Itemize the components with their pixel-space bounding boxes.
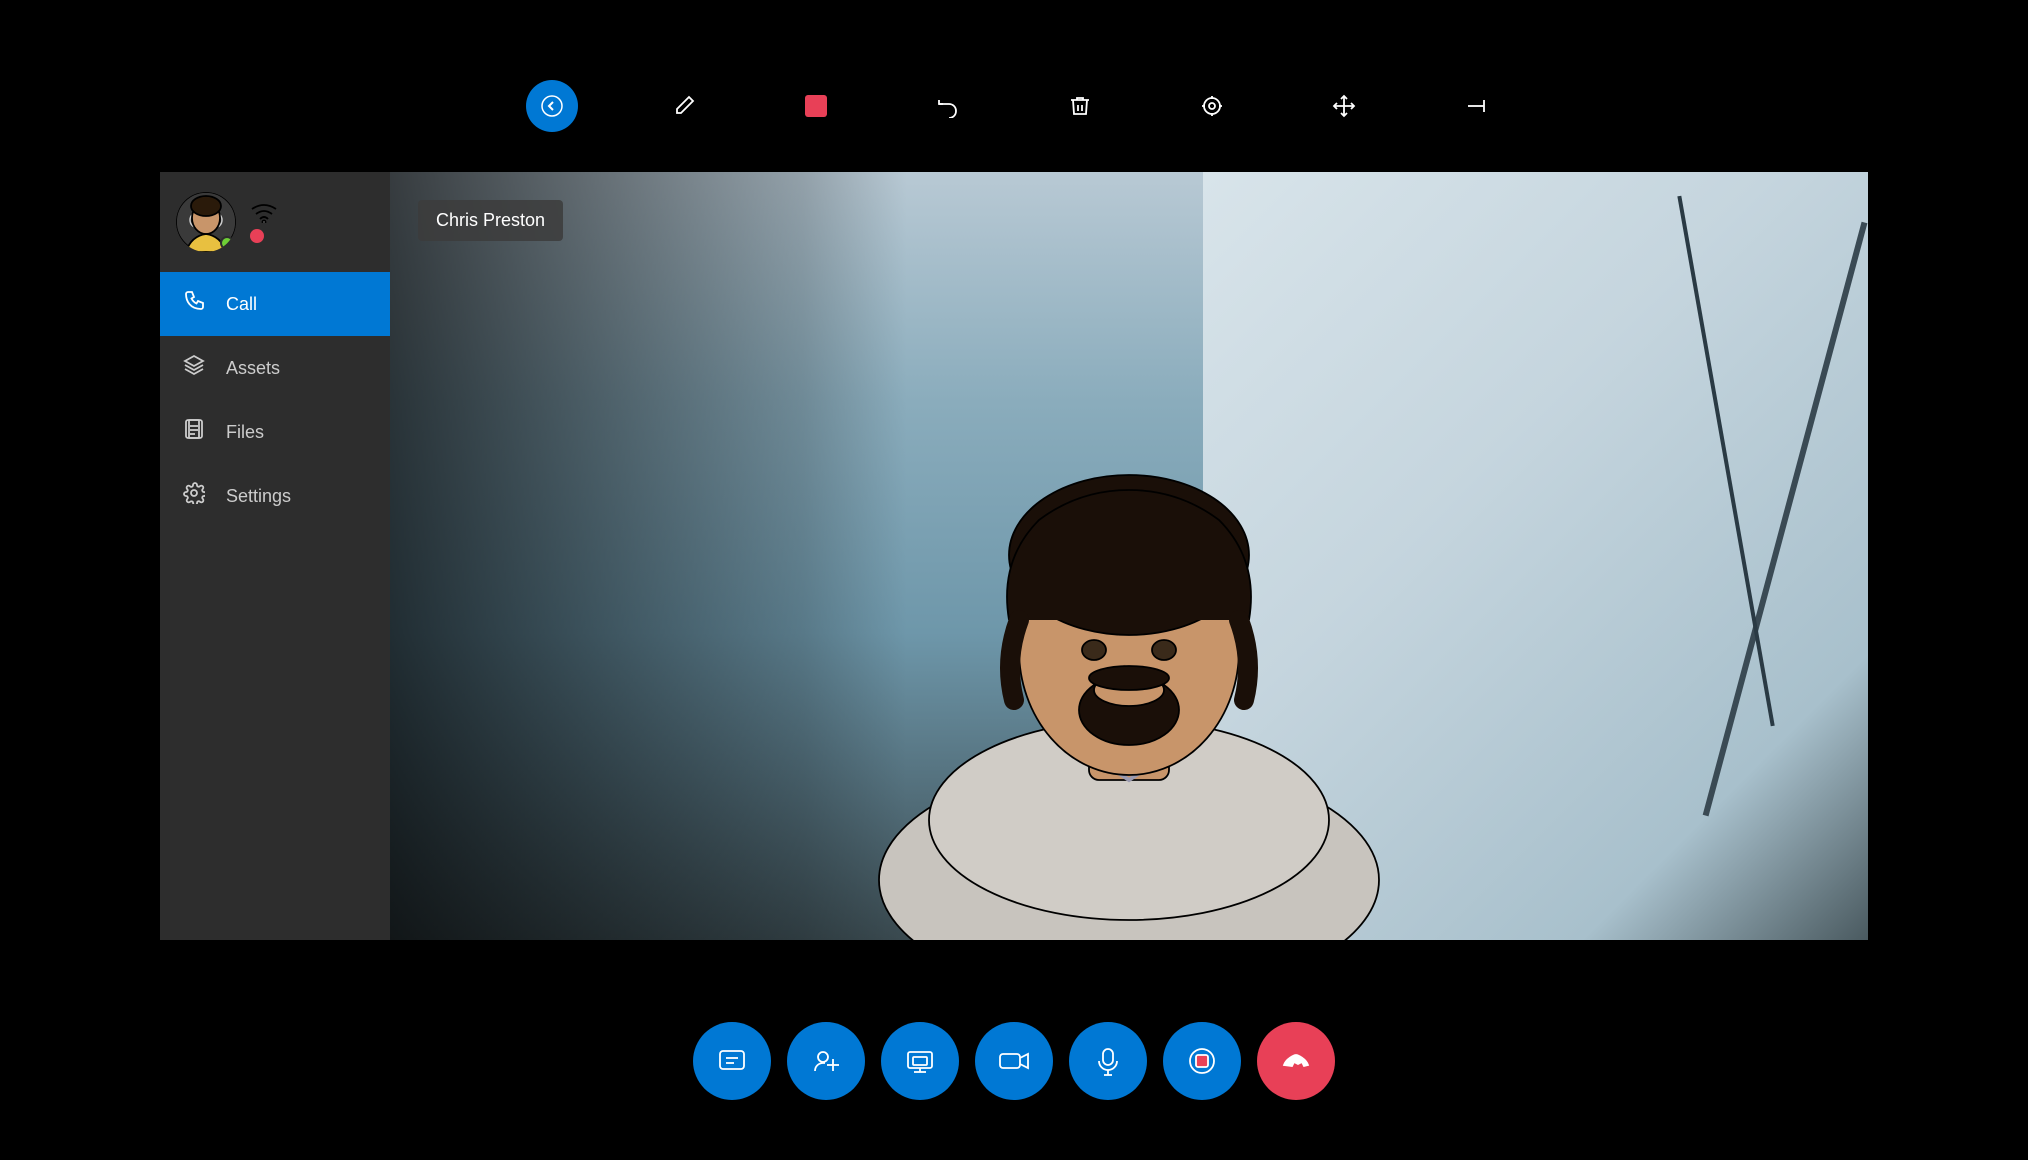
- nav-call-label: Call: [226, 294, 257, 315]
- move-button[interactable]: [1318, 80, 1370, 132]
- online-indicator: [220, 236, 234, 250]
- phone-icon: [180, 290, 208, 318]
- assets-icon: [180, 354, 208, 382]
- nav-files-label: Files: [226, 422, 264, 443]
- files-icon: [180, 418, 208, 446]
- bottom-controls: [693, 1022, 1335, 1100]
- nav-item-settings[interactable]: Settings: [160, 464, 390, 528]
- status-icons: [250, 201, 278, 243]
- nav-item-assets[interactable]: Assets: [160, 336, 390, 400]
- target-button[interactable]: [1186, 80, 1238, 132]
- color-button[interactable]: [790, 80, 842, 132]
- share-screen-button[interactable]: [881, 1022, 959, 1100]
- top-toolbar: [526, 80, 1502, 132]
- video-background: Chris Preston: [390, 172, 1868, 940]
- add-person-button[interactable]: [787, 1022, 865, 1100]
- delete-button[interactable]: [1054, 80, 1106, 132]
- back-button[interactable]: [526, 80, 578, 132]
- nav-item-call[interactable]: Call: [160, 272, 390, 336]
- caller-name-badge: Chris Preston: [418, 200, 563, 241]
- main-content: Call Assets Fi: [160, 172, 1868, 940]
- avatar: [176, 192, 236, 252]
- sidebar-header: [160, 172, 390, 272]
- video-button[interactable]: [975, 1022, 1053, 1100]
- chat-button[interactable]: [693, 1022, 771, 1100]
- nav-item-files[interactable]: Files: [160, 400, 390, 464]
- mic-button[interactable]: [1069, 1022, 1147, 1100]
- sidebar: Call Assets Fi: [160, 172, 390, 940]
- nav-assets-label: Assets: [226, 358, 280, 379]
- video-container: Chris Preston: [390, 172, 1868, 940]
- settings-icon: [180, 482, 208, 510]
- end-call-button[interactable]: [1257, 1022, 1335, 1100]
- pen-button[interactable]: [658, 80, 710, 132]
- nav-settings-label: Settings: [226, 486, 291, 507]
- caller-name-text: Chris Preston: [436, 210, 545, 230]
- record-button[interactable]: [1163, 1022, 1241, 1100]
- pin-button[interactable]: [1450, 80, 1502, 132]
- undo-button[interactable]: [922, 80, 974, 132]
